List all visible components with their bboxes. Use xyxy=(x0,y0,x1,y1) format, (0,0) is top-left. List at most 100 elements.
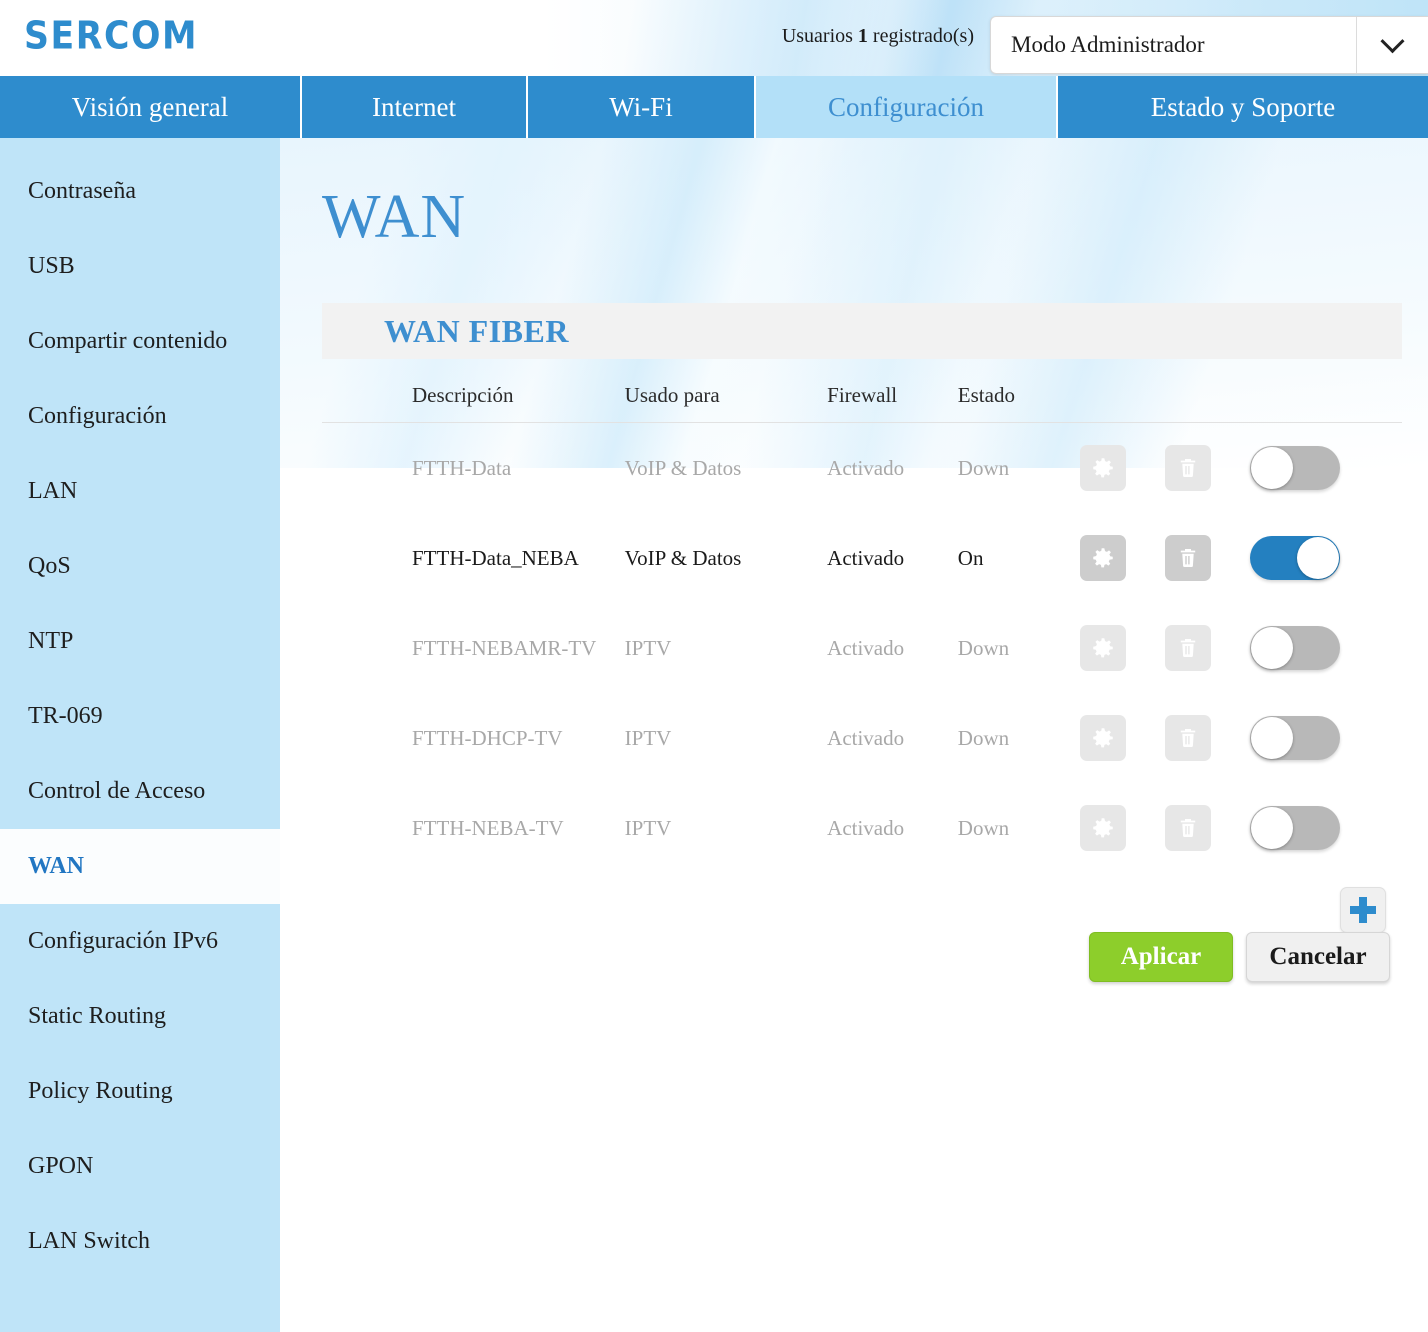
gear-icon[interactable] xyxy=(1080,625,1126,671)
wan-connections-table: Descripción Usado para Firewall Estado xyxy=(322,359,1402,873)
cell-used-for: VoIP & Datos xyxy=(625,423,828,514)
enable-toggle[interactable] xyxy=(1250,716,1340,760)
cell-firewall: Activado xyxy=(827,693,958,783)
table-row: FTTH-NEBAMR-TV IPTV Activado Down xyxy=(322,603,1402,693)
apply-button[interactable]: Aplicar xyxy=(1089,932,1233,982)
toggle-knob xyxy=(1297,537,1339,579)
nav-tab-vision-general[interactable]: Visión general xyxy=(0,76,302,138)
table-row: FTTH-Data VoIP & Datos Activado Down xyxy=(322,423,1402,514)
form-actions: Aplicar Cancelar xyxy=(1089,932,1390,982)
gear-icon[interactable] xyxy=(1080,445,1126,491)
trash-icon[interactable] xyxy=(1165,715,1211,761)
cell-used-for: IPTV xyxy=(625,693,828,783)
sidebar-item-ntp[interactable]: NTP xyxy=(0,604,280,679)
users-count-value: 1 xyxy=(858,25,868,47)
nav-tab-estado-y-soporte[interactable]: Estado y Soporte xyxy=(1058,76,1428,138)
cell-description: FTTH-NEBA-TV xyxy=(322,783,625,873)
enable-toggle[interactable] xyxy=(1250,806,1340,850)
column-header-enable xyxy=(1250,359,1402,423)
sidebar-item-tr-069[interactable]: TR-069 xyxy=(0,679,280,754)
cell-description: FTTH-Data_NEBA xyxy=(322,513,625,603)
cell-used-for: VoIP & Datos xyxy=(625,513,828,603)
cancel-button[interactable]: Cancelar xyxy=(1246,932,1390,982)
add-row-container xyxy=(322,873,1402,933)
sidebar-item-control-de-acceso[interactable]: Control de Acceso xyxy=(0,754,280,829)
sidebar-navigation: Contraseña USB Compartir contenido Confi… xyxy=(0,138,280,1332)
toggle-knob xyxy=(1251,717,1293,759)
sidebar-item-contrasena[interactable]: Contraseña xyxy=(0,154,280,229)
app-header: SERCOM Usuarios 1 registrado(s) Modo Adm… xyxy=(0,0,1428,76)
column-header-edit xyxy=(1080,359,1165,423)
chevron-down-icon[interactable] xyxy=(1356,17,1428,73)
sercom-logo: SERCOM xyxy=(24,14,198,59)
column-header-firewall: Firewall xyxy=(827,359,958,423)
users-prefix-label: Usuarios xyxy=(782,25,853,47)
table-row: FTTH-NEBA-TV IPTV Activado Down xyxy=(322,783,1402,873)
cell-firewall: Activado xyxy=(827,513,958,603)
enable-toggle[interactable] xyxy=(1250,536,1340,580)
toggle-knob xyxy=(1251,807,1293,849)
column-header-description: Descripción xyxy=(322,359,625,423)
toggle-knob xyxy=(1251,627,1293,669)
enable-toggle[interactable] xyxy=(1250,446,1340,490)
sidebar-item-wan[interactable]: WAN xyxy=(0,829,280,904)
cell-state: Down xyxy=(958,783,1080,873)
trash-icon[interactable] xyxy=(1165,535,1211,581)
cell-state: Down xyxy=(958,423,1080,514)
add-wan-button[interactable] xyxy=(1340,887,1386,933)
gear-icon[interactable] xyxy=(1080,535,1126,581)
cell-description: FTTH-Data xyxy=(322,423,625,514)
panel-title: WAN FIBER xyxy=(384,313,569,350)
sidebar-item-gpon[interactable]: GPON xyxy=(0,1129,280,1204)
gear-icon[interactable] xyxy=(1080,805,1126,851)
cell-description: FTTH-NEBAMR-TV xyxy=(322,603,625,693)
table-row: FTTH-DHCP-TV IPTV Activado Down xyxy=(322,693,1402,783)
panel-header: WAN FIBER xyxy=(322,303,1402,359)
column-header-used-for: Usado para xyxy=(625,359,828,423)
sidebar-item-lan-switch[interactable]: LAN Switch xyxy=(0,1204,280,1279)
cell-used-for: IPTV xyxy=(625,603,828,693)
page-title: WAN xyxy=(280,138,1428,253)
sidebar-item-qos[interactable]: QoS xyxy=(0,529,280,604)
sidebar-item-configuracion-ipv6[interactable]: Configuración IPv6 xyxy=(0,904,280,979)
sidebar-item-lan[interactable]: LAN xyxy=(0,454,280,529)
cell-used-for: IPTV xyxy=(625,783,828,873)
main-navigation: Visión general Internet Wi-Fi Configurac… xyxy=(0,76,1428,138)
sidebar-item-configuracion[interactable]: Configuración xyxy=(0,379,280,454)
cell-state: Down xyxy=(958,603,1080,693)
trash-icon[interactable] xyxy=(1165,805,1211,851)
column-header-delete xyxy=(1165,359,1250,423)
trash-icon[interactable] xyxy=(1165,625,1211,671)
sidebar-item-compartir-contenido[interactable]: Compartir contenido xyxy=(0,304,280,379)
mode-select[interactable]: Modo Administrador xyxy=(990,16,1428,74)
cell-firewall: Activado xyxy=(827,783,958,873)
panel-body: Descripción Usado para Firewall Estado xyxy=(322,359,1402,933)
nav-tab-configuracion[interactable]: Configuración xyxy=(756,76,1058,138)
toggle-knob xyxy=(1251,447,1293,489)
table-row: FTTH-Data_NEBA VoIP & Datos Activado On xyxy=(322,513,1402,603)
enable-toggle[interactable] xyxy=(1250,626,1340,670)
nav-tab-internet[interactable]: Internet xyxy=(302,76,528,138)
users-suffix-label: registrado(s) xyxy=(873,25,974,47)
sidebar-item-usb[interactable]: USB xyxy=(0,229,280,304)
nav-tab-wifi[interactable]: Wi-Fi xyxy=(528,76,756,138)
sidebar-item-policy-routing[interactable]: Policy Routing xyxy=(0,1054,280,1129)
logged-users-status: Usuarios 1 registrado(s) xyxy=(782,16,974,48)
trash-icon[interactable] xyxy=(1165,445,1211,491)
mode-select-value: Modo Administrador xyxy=(991,32,1356,58)
gear-icon[interactable] xyxy=(1080,715,1126,761)
cell-state: On xyxy=(958,513,1080,603)
header-right-cluster: Usuarios 1 registrado(s) Modo Administra… xyxy=(782,0,1428,76)
plus-icon xyxy=(1350,897,1376,923)
page-layout: Contraseña USB Compartir contenido Confi… xyxy=(0,138,1428,1332)
cell-state: Down xyxy=(958,693,1080,783)
column-header-state: Estado xyxy=(958,359,1080,423)
cell-description: FTTH-DHCP-TV xyxy=(322,693,625,783)
content-area: WAN WAN FIBER Descripción Usado para Fir… xyxy=(280,138,1428,1332)
chevron-down-glyph xyxy=(1380,29,1404,53)
wan-fiber-panel: WAN FIBER Descripción Usado para Firewal… xyxy=(322,303,1402,933)
cell-firewall: Activado xyxy=(827,423,958,514)
sidebar-item-static-routing[interactable]: Static Routing xyxy=(0,979,280,1054)
cell-firewall: Activado xyxy=(827,603,958,693)
table-header-row: Descripción Usado para Firewall Estado xyxy=(322,359,1402,423)
